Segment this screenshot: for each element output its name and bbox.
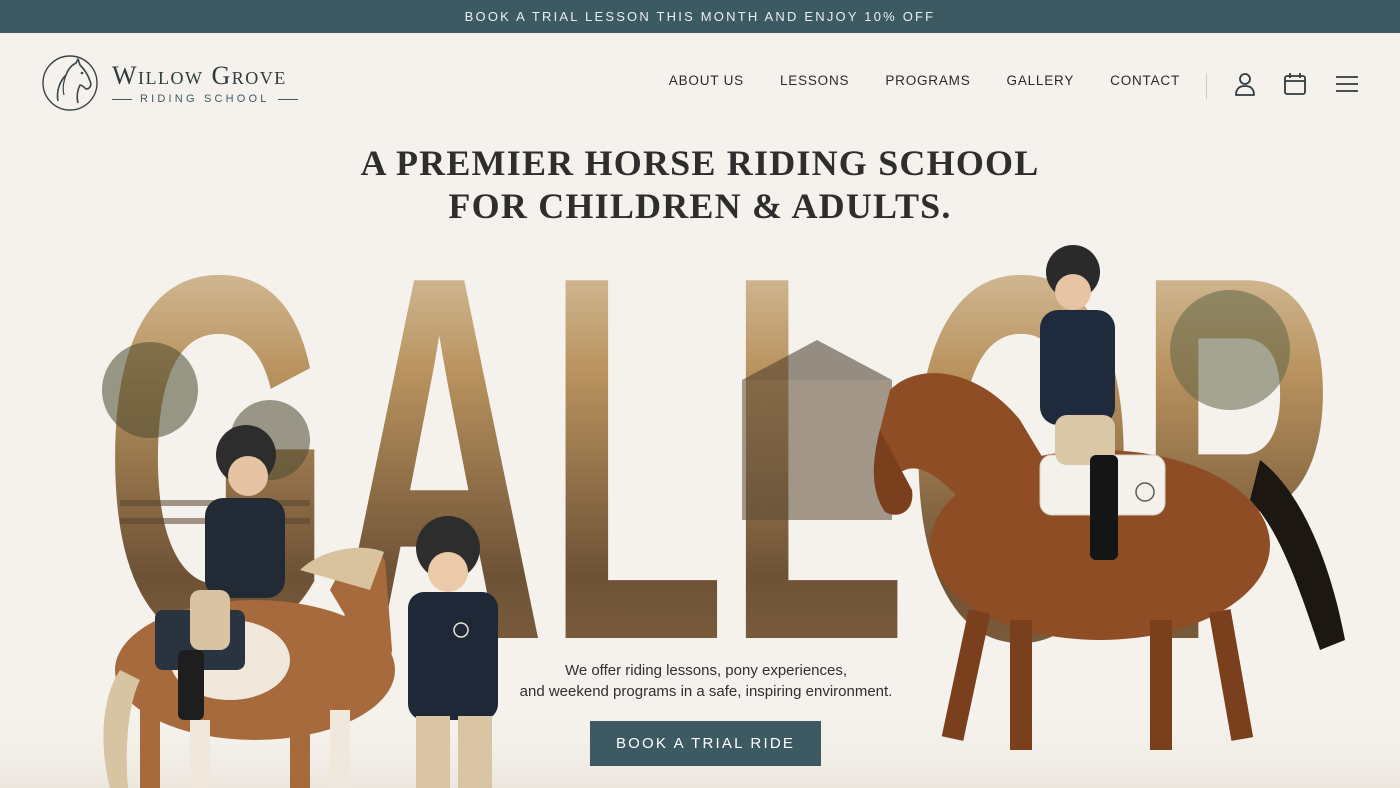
brand-tagline-row: RIDING SCHOOL xyxy=(112,93,298,105)
nav-contact[interactable]: CONTACT xyxy=(1110,73,1180,88)
nav-about-us[interactable]: ABOUT US xyxy=(669,73,744,88)
headline-line-2: FOR CHILDREN & ADULTS. xyxy=(448,186,952,226)
brand-name: Willow Grove xyxy=(112,61,287,90)
menu-button[interactable] xyxy=(1334,71,1360,97)
nav-gallery[interactable]: GALLERY xyxy=(1007,73,1075,88)
brand-tagline: RIDING SCHOOL xyxy=(140,93,270,105)
horse-head-icon xyxy=(42,55,98,111)
main-nav: ABOUT US LESSONS PROGRAMS GALLERY CONTAC… xyxy=(633,73,1180,88)
calendar-icon xyxy=(1284,73,1306,95)
nav-lessons[interactable]: LESSONS xyxy=(780,73,849,88)
divider xyxy=(112,98,132,100)
hero-description: We offer riding lessons, pony experience… xyxy=(480,660,932,702)
description-line-1: We offer riding lessons, pony experience… xyxy=(564,662,848,679)
brand-logo[interactable]: Willow Grove RIDING SCHOOL xyxy=(40,51,298,115)
nav-divider xyxy=(1206,73,1207,99)
site-header: Willow Grove RIDING SCHOOL ABOUT US LESS… xyxy=(0,33,1400,138)
account-button[interactable] xyxy=(1232,71,1258,97)
nav-programs[interactable]: PROGRAMS xyxy=(885,73,970,88)
hero-image: GALLOP xyxy=(0,230,1400,788)
divider xyxy=(277,98,298,100)
menu-icon xyxy=(1336,76,1358,92)
description-line-2: and weekend programs in a safe, inspirin… xyxy=(519,683,893,700)
hero-headline: A PREMIER HORSE RIDING SCHOOL FOR CHILDR… xyxy=(0,142,1400,228)
book-trial-ride-button[interactable]: BOOK A TRIAL RIDE xyxy=(590,721,821,766)
booking-calendar-button[interactable] xyxy=(1282,71,1308,97)
headline-line-1: A PREMIER HORSE RIDING SCHOOL xyxy=(360,143,1040,183)
promo-banner: BOOK A TRIAL LESSON THIS MONTH AND ENJOY… xyxy=(0,0,1400,33)
promo-text: BOOK A TRIAL LESSON THIS MONTH AND ENJOY… xyxy=(464,9,936,24)
user-icon xyxy=(1235,73,1255,96)
